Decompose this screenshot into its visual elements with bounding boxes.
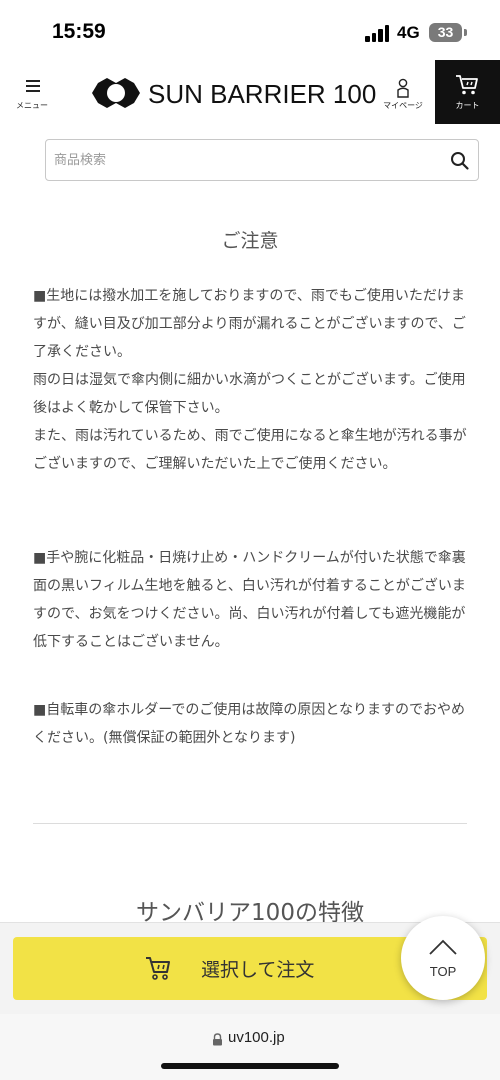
cart-icon bbox=[146, 957, 170, 980]
mypage-label: マイページ bbox=[383, 101, 423, 110]
battery-tip bbox=[464, 29, 467, 36]
page: 15:59 4G 33 メニュー SUN BARRIER 100 マイページ カ… bbox=[0, 0, 500, 1080]
menu-button[interactable]: メニュー bbox=[10, 78, 54, 118]
section-title: ご注意 bbox=[221, 230, 279, 252]
notice-text: ■手や腕に化粧品・日焼け止め・ハンドクリームが付いた状態で傘裏面の黒いフィルム生… bbox=[33, 550, 466, 650]
status-time: 15:59 bbox=[52, 20, 106, 43]
notice-paragraph: ■生地には撥水加工を施しておりますので、雨でもご使用いただけますが、縫い目及び加… bbox=[33, 282, 469, 478]
network-type: 4G bbox=[397, 23, 420, 42]
menu-label: メニュー bbox=[16, 101, 48, 110]
menu-icon bbox=[26, 80, 40, 92]
lock-icon bbox=[213, 1033, 222, 1046]
top-label: TOP bbox=[429, 964, 457, 979]
status-bar: 15:59 4G 33 bbox=[0, 0, 500, 60]
search-icon[interactable] bbox=[450, 151, 470, 171]
logo-mark-icon bbox=[92, 78, 140, 108]
divider bbox=[33, 823, 467, 824]
battery-icon: 33 bbox=[429, 23, 462, 42]
cart-icon bbox=[456, 75, 478, 95]
logo-text: SUN BARRIER 100 bbox=[148, 79, 377, 109]
notice-paragraph: ■自転車の傘ホルダーでのご使用は故障の原因となりますのでおやめください。(無償保… bbox=[33, 696, 469, 752]
cart-label: カート bbox=[455, 101, 480, 110]
scroll-top-button[interactable]: TOP bbox=[401, 916, 485, 1000]
person-icon bbox=[397, 78, 409, 98]
address-bar[interactable]: uv100.jp bbox=[0, 1014, 500, 1080]
site-logo[interactable]: SUN BARRIER 100 bbox=[90, 76, 376, 110]
notice-text: ■自転車の傘ホルダーでのご使用は故障の原因となりますのでおやめください。(無償保… bbox=[33, 702, 465, 746]
home-indicator bbox=[161, 1063, 339, 1069]
url-text: uv100.jp bbox=[228, 1029, 285, 1046]
signal-icon bbox=[365, 24, 391, 42]
chevron-up-icon bbox=[429, 939, 457, 955]
mypage-button[interactable]: マイページ bbox=[380, 76, 426, 120]
search-box bbox=[45, 139, 479, 181]
battery-level: 33 bbox=[437, 24, 454, 40]
order-label: 選択して注文 bbox=[201, 959, 315, 981]
cart-button[interactable]: カート bbox=[435, 60, 500, 124]
site-header: メニュー SUN BARRIER 100 マイページ カート bbox=[0, 60, 500, 124]
search-input[interactable] bbox=[54, 140, 444, 180]
notice-text: ■生地には撥水加工を施しておりますので、雨でもご使用いただけますが、縫い目及び加… bbox=[33, 288, 467, 472]
notice-paragraph: ■手や腕に化粧品・日焼け止め・ハンドクリームが付いた状態で傘裏面の黒いフィルム生… bbox=[33, 544, 469, 656]
